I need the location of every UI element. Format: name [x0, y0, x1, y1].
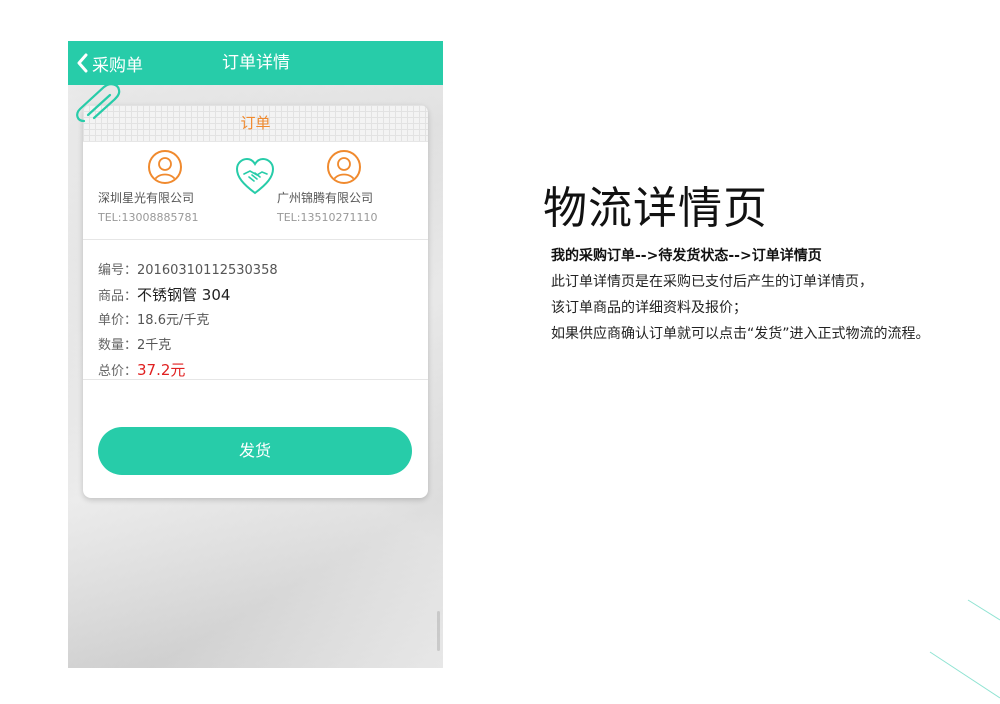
description-line: 此订单详情页是在采购已支付后产生的订单详情页，: [551, 274, 873, 290]
quantity-value: 2千克: [137, 338, 172, 353]
seller-name: 深圳星光有限公司: [98, 191, 195, 205]
total-value: 37.2元: [137, 361, 186, 379]
card-header: 订单: [83, 105, 428, 142]
navbar: 采购单 订单详情: [68, 41, 443, 85]
ship-button[interactable]: 发货: [98, 427, 412, 475]
user-avatar-icon: [148, 150, 182, 184]
description-line: 该订单商品的详细资料及报价；: [551, 300, 747, 316]
order-number-value: 20160310112530358: [137, 263, 278, 278]
order-parties: 深圳星光有限公司 TEL:13008885781 广州锦腾有限公司 TEL:13…: [83, 142, 428, 240]
seller-info: 深圳星光有限公司 TEL:13008885781: [98, 150, 199, 224]
order-number-row: 编号：20160310112530358: [98, 258, 428, 283]
seller-tel: TEL:13008885781: [98, 211, 199, 224]
unit-price-row: 单价：18.6元/千克: [98, 308, 428, 333]
back-button[interactable]: 采购单: [76, 41, 143, 85]
order-details: 编号：20160310112530358 商品：不锈钢管 304 单价：18.6…: [83, 240, 428, 380]
back-label: 采购单: [92, 55, 143, 76]
quantity-label: 数量：: [98, 338, 138, 353]
buyer-tel: TEL:13510271110: [277, 211, 378, 224]
chevron-left-icon: [76, 53, 88, 73]
description-line: 如果供应商确认订单就可以点击“发货”进入正式物流的流程。: [551, 326, 930, 342]
unit-price-label: 单价：: [98, 313, 138, 328]
order-number-label: 编号：: [98, 263, 138, 278]
page-heading: 物流详情页: [543, 183, 768, 234]
decorative-lines: [920, 590, 1000, 704]
product-row: 商品：不锈钢管 304: [98, 283, 428, 308]
handshake-heart-icon: [235, 157, 275, 200]
product-label: 商品：: [98, 289, 138, 304]
paperclip-icon: [74, 81, 130, 129]
total-row: 总价：37.2元: [98, 358, 428, 383]
user-avatar-icon: [327, 150, 361, 184]
order-card: 订单 深圳星光有限公司 TEL:13008885781 广州锦腾有限公司 TEL…: [83, 105, 428, 498]
description-flow-line: 我的采购订单-->待发货状态-->订单详情页: [551, 248, 822, 264]
unit-price-value: 18.6元/千克: [137, 313, 210, 328]
buyer-info: 广州锦腾有限公司 TEL:13510271110: [277, 150, 378, 224]
quantity-row: 数量：2千克: [98, 333, 428, 358]
phone-mockup: 采购单 订单详情 订单 深圳星光有限公司 TEL:13008885781 广州锦…: [68, 41, 443, 668]
buyer-name: 广州锦腾有限公司: [277, 191, 374, 205]
total-label: 总价：: [98, 364, 138, 379]
product-value: 不锈钢管 304: [137, 286, 231, 304]
page-title: 订单详情: [222, 53, 290, 73]
scrollbar[interactable]: [437, 611, 440, 651]
description-text: 我的采购订单-->待发货状态-->订单详情页 此订单详情页是在采购已支付后产生的…: [551, 243, 996, 347]
